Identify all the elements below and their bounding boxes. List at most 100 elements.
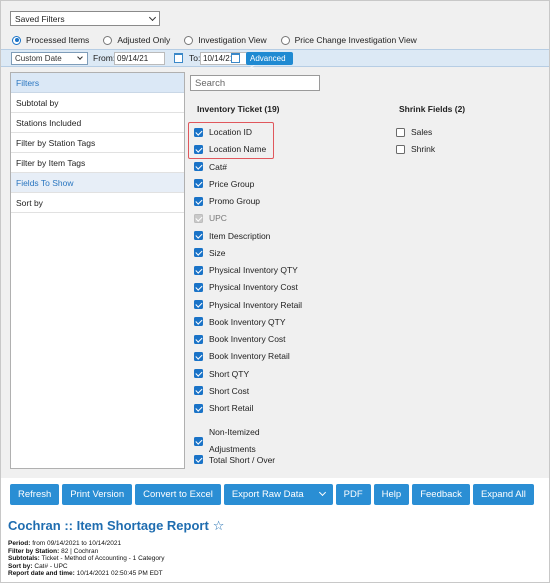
- advanced-toggle-button[interactable]: Advanced <: [246, 52, 293, 72]
- field-label: Item Description: [209, 230, 271, 241]
- field-checkbox-row[interactable]: Book Inventory Retail: [194, 351, 290, 361]
- feedback-button[interactable]: Feedback: [412, 484, 470, 505]
- checkbox-checked-icon[interactable]: [194, 300, 203, 309]
- filters-sidebar: Filters Subtotal by Stations Included Fi…: [10, 72, 185, 469]
- calendar-icon[interactable]: [231, 53, 240, 63]
- meta-key: Filter by Station:: [8, 547, 60, 555]
- radio-processed-items[interactable]: Processed Items: [12, 35, 89, 45]
- checkbox-checked-icon[interactable]: [194, 179, 203, 189]
- field-checkbox-row[interactable]: Physical Inventory QTY: [194, 265, 298, 275]
- chevron-down-icon: [318, 488, 326, 497]
- star-icon[interactable]: ☆: [213, 519, 225, 534]
- chevron-down-icon: [148, 13, 157, 22]
- search-input[interactable]: Search: [190, 75, 320, 91]
- checkbox-empty-icon[interactable]: [396, 127, 405, 137]
- radio-adjusted-only[interactable]: Adjusted Only: [103, 35, 170, 45]
- meta-line: Filter by Station: 82 | Cochran: [8, 548, 164, 556]
- meta-value: from 09/14/2021 to 10/14/2021: [32, 540, 122, 547]
- checkbox-checked-icon[interactable]: [194, 436, 203, 446]
- inventory-ticket-heading: Inventory Ticket (19): [197, 104, 280, 114]
- saved-filters-select[interactable]: Saved Filters: [10, 11, 160, 26]
- sidebar-item-fields-to-show[interactable]: Fields To Show: [11, 173, 184, 193]
- sidebar-item-subtotal-by[interactable]: Subtotal by: [11, 93, 184, 113]
- to-date-input[interactable]: 10/14/21: [200, 52, 251, 65]
- field-label: Total Short / Over: [209, 454, 276, 465]
- export-raw-data-button[interactable]: Export Raw Data: [223, 484, 333, 505]
- sidebar-item-filter-item-tags[interactable]: Filter by Item Tags: [11, 153, 184, 173]
- checkbox-checked-icon[interactable]: [194, 282, 203, 292]
- field-checkbox-row[interactable]: Price Group: [194, 179, 254, 189]
- field-label: Physical Inventory Retail: [209, 299, 303, 310]
- field-checkbox-row[interactable]: Size: [194, 248, 226, 258]
- field-checkbox-row[interactable]: Total Short / Over: [194, 455, 275, 465]
- checkbox-checked-icon[interactable]: [194, 265, 203, 275]
- checkbox-checked-icon[interactable]: [194, 196, 203, 206]
- field-label: UPC: [209, 213, 227, 224]
- meta-value: Cat# - UPC: [34, 562, 68, 570]
- checkbox-checked-icon[interactable]: [194, 403, 203, 413]
- field-checkbox-row[interactable]: Shrink: [396, 144, 435, 154]
- refresh-button[interactable]: Refresh: [10, 484, 60, 505]
- field-checkbox-row[interactable]: Sales: [396, 127, 432, 137]
- from-date-input[interactable]: 09/14/21: [114, 52, 165, 65]
- checkbox-checked-icon[interactable]: [194, 162, 203, 171]
- highlight-box: [188, 122, 274, 159]
- expand-all-button[interactable]: Expand All: [472, 484, 534, 505]
- field-checkbox-row[interactable]: Short Cost: [194, 386, 249, 396]
- checkbox-checked-icon[interactable]: [194, 351, 203, 361]
- field-checkbox-row[interactable]: Short QTY: [194, 369, 249, 379]
- field-checkbox-row[interactable]: Physical Inventory Retail: [194, 300, 302, 310]
- calendar-icon[interactable]: [174, 53, 183, 63]
- radio-label: Adjusted Only: [117, 35, 171, 45]
- field-checkbox-row[interactable]: Non-Itemized Adjustments: [194, 424, 260, 458]
- report-meta: Period: from 09/14/2021 to 10/14/2021 Fi…: [8, 540, 164, 578]
- field-checkbox-row[interactable]: Physical Inventory Cost: [194, 282, 298, 292]
- meta-key: Period:: [8, 540, 31, 547]
- date-range-type-select[interactable]: Custom Date: [11, 52, 88, 65]
- checkbox-checked-icon[interactable]: [194, 248, 203, 258]
- radio-label: Investigation View: [198, 35, 267, 45]
- date-range-type-value: Custom Date: [15, 54, 62, 63]
- checkbox-checked-icon[interactable]: [194, 334, 203, 344]
- export-raw-data-label: Export Raw Data: [231, 489, 304, 500]
- checkbox-checked-icon[interactable]: [194, 369, 203, 378]
- sidebar-item-stations-included[interactable]: Stations Included: [11, 113, 184, 133]
- sidebar-item-filter-station-tags[interactable]: Filter by Station Tags: [11, 133, 184, 153]
- field-checkbox-row[interactable]: Cat#: [194, 162, 227, 172]
- field-label: Shrink: [411, 144, 436, 155]
- field-label-line: Non-Itemized: [209, 427, 260, 438]
- field-label: Price Group: [209, 178, 255, 189]
- field-checkbox-row[interactable]: Short Retail: [194, 403, 253, 413]
- checkbox-checked-icon: [194, 213, 203, 223]
- field-label: Short Retail: [209, 403, 254, 413]
- meta-value: 82 | Cochran: [61, 547, 99, 555]
- field-label: Sales: [411, 127, 433, 137]
- radio-price-change-investigation[interactable]: Price Change Investigation View: [280, 35, 417, 45]
- to-label: To:: [189, 53, 201, 63]
- convert-to-excel-button[interactable]: Convert to Excel: [135, 484, 221, 505]
- print-version-button[interactable]: Print Version: [62, 484, 133, 505]
- saved-filters-value: Saved Filters: [15, 14, 65, 24]
- filters-header: Filters: [11, 73, 184, 93]
- field-checkbox-row[interactable]: Book Inventory QTY: [194, 317, 286, 327]
- field-checkbox-row[interactable]: Promo Group: [194, 196, 260, 206]
- checkbox-checked-icon[interactable]: [194, 317, 203, 327]
- field-checkbox-row: UPC: [194, 213, 227, 223]
- pdf-button[interactable]: PDF: [335, 484, 371, 505]
- meta-line: Report date and time: 10/14/2021 02:50:4…: [8, 570, 164, 578]
- meta-key: Sort by:: [8, 562, 33, 570]
- help-button[interactable]: Help: [373, 484, 410, 505]
- field-label: Physical Inventory Cost: [209, 282, 298, 293]
- date-range-bar: Custom Date From: 09/14/21 To: 10/14/21 …: [1, 49, 549, 72]
- action-toolbar: Refresh Print Version Convert to Excel E…: [10, 484, 537, 505]
- shrink-fields-heading: Shrink Fields (2): [399, 104, 466, 114]
- sidebar-item-sort-by[interactable]: Sort by: [11, 193, 184, 213]
- checkbox-checked-icon[interactable]: [194, 231, 203, 240]
- field-checkbox-row[interactable]: Item Description: [194, 231, 270, 241]
- field-checkbox-row[interactable]: Book Inventory Cost: [194, 334, 286, 344]
- checkbox-checked-icon[interactable]: [194, 386, 203, 396]
- checkbox-empty-icon[interactable]: [396, 144, 405, 154]
- checkbox-checked-icon[interactable]: [194, 455, 203, 465]
- radio-investigation-view[interactable]: Investigation View: [184, 35, 267, 45]
- field-label: Non-Itemized Adjustments: [209, 424, 260, 458]
